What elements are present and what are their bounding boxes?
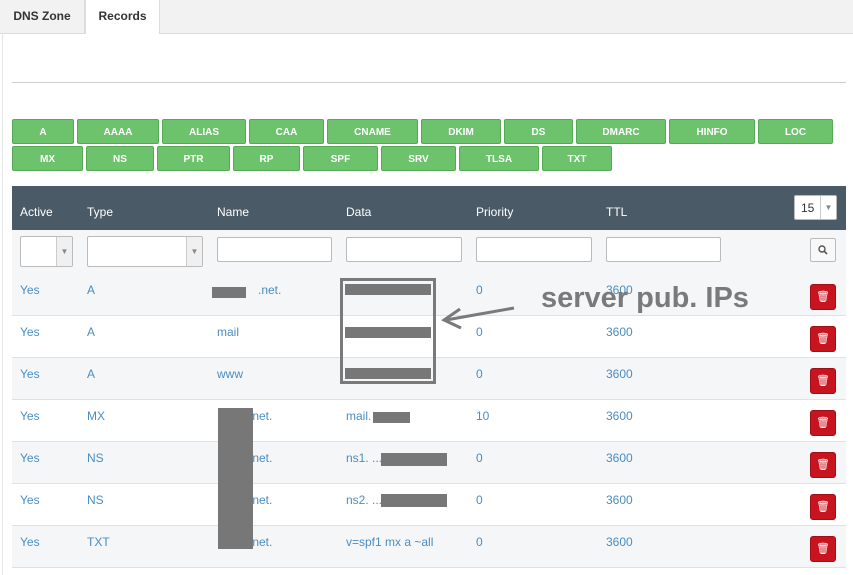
redaction-mark [212,287,246,298]
redaction-mark [218,408,253,549]
tab-bar: DNS Zone Records [0,0,853,34]
search-icon [818,245,828,255]
trash-icon: 🗑 [816,501,830,513]
row-name[interactable]: .net. [258,283,281,297]
column-header-type[interactable]: Type [87,186,113,230]
redaction-mark [381,453,447,466]
row-priority[interactable]: 0 [476,451,483,465]
caret-down-icon: ▼ [56,237,72,266]
row-ttl[interactable]: 3600 [606,535,633,549]
row-name[interactable]: www [217,367,243,381]
trash-icon: 🗑 [816,333,830,345]
table-row: Yes MX .net. mail. .net. 10 3600 🗑 [12,400,846,442]
row-priority[interactable]: 0 [476,493,483,507]
column-header-data[interactable]: Data [346,186,371,230]
record-type-cname-button[interactable]: CNAME [327,119,418,144]
row-ttl[interactable]: 3600 [606,325,633,339]
page-size-select[interactable]: 15 ▼ [794,195,837,220]
divider [12,82,846,83]
table-header: Active Type Name Data Priority TTL [12,186,846,230]
annotation-label: server pub. IPs [541,282,749,314]
page-size-value: 15 [801,201,815,215]
column-header-active[interactable]: Active [20,186,53,230]
caret-down-icon: ▼ [186,237,202,266]
column-header-priority[interactable]: Priority [476,186,513,230]
column-header-name[interactable]: Name [217,186,249,230]
delete-button[interactable]: 🗑 [810,536,836,562]
ttl-filter-input[interactable] [606,237,721,262]
column-header-ttl[interactable]: TTL [606,186,627,230]
search-button[interactable] [810,238,836,262]
record-type-srv-button[interactable]: SRV [381,146,456,171]
record-type-dmarc-button[interactable]: DMARC [576,119,666,144]
annotation-box [340,278,436,384]
row-active[interactable]: Yes [20,493,40,507]
delete-button[interactable]: 🗑 [810,452,836,478]
record-type-dkim-button[interactable]: DKIM [421,119,501,144]
record-type-loc-button[interactable]: LOC [758,119,833,144]
trash-icon: 🗑 [816,375,830,387]
row-active[interactable]: Yes [20,535,40,549]
row-data[interactable]: ns2. ... [346,493,382,507]
record-type-a-button[interactable]: A [12,119,74,144]
row-priority[interactable]: 0 [476,283,483,297]
tab-dns-zone[interactable]: DNS Zone [0,0,85,33]
delete-button[interactable]: 🗑 [810,284,836,310]
arrow-icon [440,306,515,330]
record-type-ns-button[interactable]: NS [86,146,154,171]
trash-icon: 🗑 [816,291,830,303]
record-type-caa-button[interactable]: CAA [249,119,324,144]
record-type-spf-button[interactable]: SPF [303,146,378,171]
type-filter-select[interactable]: ▼ [87,236,203,267]
record-type-rp-button[interactable]: RP [233,146,300,171]
active-filter-select[interactable]: ▼ [20,236,73,267]
record-type-tlsa-button[interactable]: TLSA [459,146,539,171]
record-type-alias-button[interactable]: ALIAS [162,119,246,144]
delete-button[interactable]: 🗑 [810,326,836,352]
row-type[interactable]: NS [87,493,104,507]
row-active[interactable]: Yes [20,451,40,465]
row-name[interactable]: mail [217,325,239,339]
record-type-hinfo-button[interactable]: HINFO [669,119,755,144]
row-priority[interactable]: 0 [476,367,483,381]
row-type[interactable]: MX [87,409,105,423]
record-type-txt-button[interactable]: TXT [542,146,612,171]
record-type-ds-button[interactable]: DS [504,119,573,144]
trash-icon: 🗑 [816,459,830,471]
record-type-aaaa-button[interactable]: AAAA [77,119,159,144]
record-type-ptr-button[interactable]: PTR [157,146,230,171]
row-data[interactable]: ns1. ... [346,451,382,465]
row-active[interactable]: Yes [20,367,40,381]
row-ttl[interactable]: 3600 [606,367,633,381]
row-ttl[interactable]: 3600 [606,409,633,423]
row-ttl[interactable]: 3600 [606,451,633,465]
priority-filter-input[interactable] [476,237,592,262]
row-active[interactable]: Yes [20,283,40,297]
row-priority[interactable]: 10 [476,409,489,423]
row-active[interactable]: Yes [20,409,40,423]
delete-button[interactable]: 🗑 [810,410,836,436]
delete-button[interactable]: 🗑 [810,368,836,394]
row-active[interactable]: Yes [20,325,40,339]
name-filter-input[interactable] [217,237,332,262]
row-priority[interactable]: 0 [476,535,483,549]
data-filter-input[interactable] [346,237,462,262]
caret-down-icon: ▼ [820,196,836,219]
row-type[interactable]: A [87,325,95,339]
table-row: Yes TXT .net. v=spf1 mx a ~all 0 3600 🗑 [12,526,846,568]
panel-border [2,34,3,575]
row-data[interactable]: v=spf1 mx a ~all [346,535,433,549]
row-type[interactable]: A [87,283,95,297]
record-type-mx-button[interactable]: MX [12,146,83,171]
row-type[interactable]: A [87,367,95,381]
row-type[interactable]: NS [87,451,104,465]
redaction-mark [373,412,410,423]
row-ttl[interactable]: 3600 [606,493,633,507]
tab-records[interactable]: Records [85,0,160,34]
row-type[interactable]: TXT [87,535,110,549]
trash-icon: 🗑 [816,543,830,555]
delete-button[interactable]: 🗑 [810,494,836,520]
trash-icon: 🗑 [816,417,830,429]
redaction-mark [381,494,447,507]
